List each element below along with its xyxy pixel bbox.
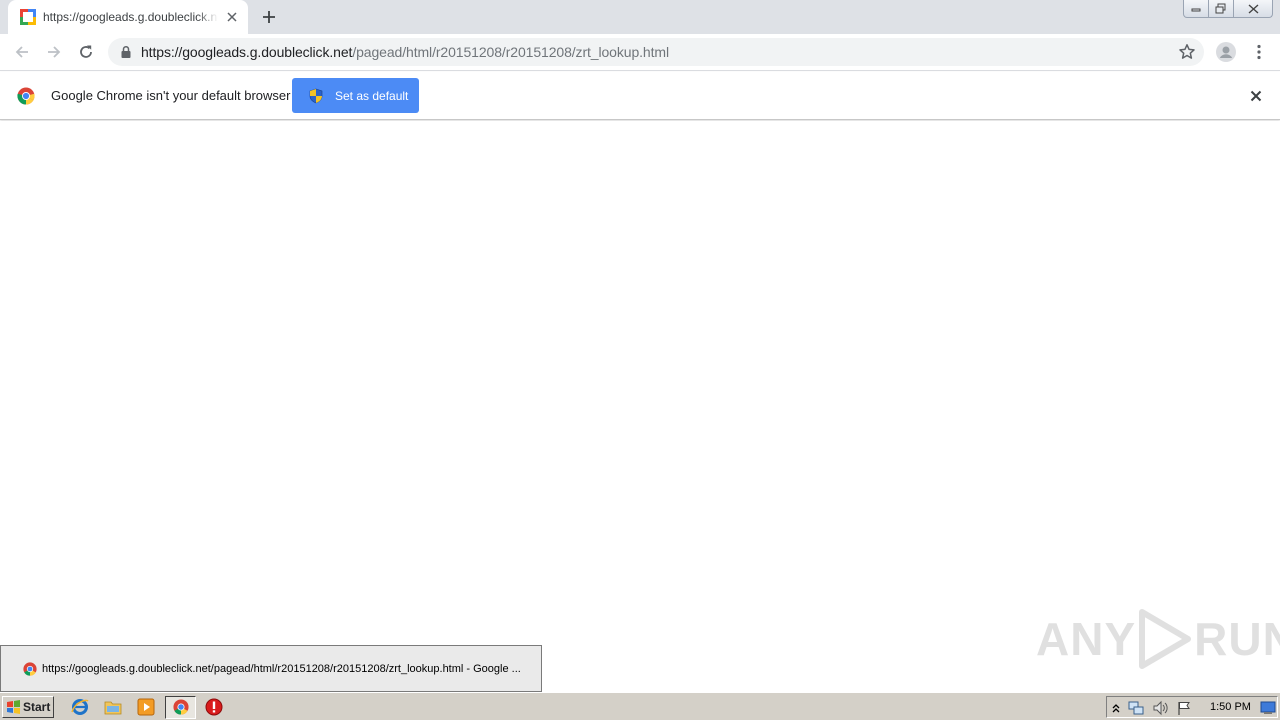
taskbar-window-preview[interactable]: https://googleads.g.doubleclick.net/page…	[0, 645, 542, 692]
url-path: /pagead/html/r20151208/r20151208/zrt_loo…	[352, 44, 669, 60]
lock-icon	[121, 45, 131, 58]
menu-kebab-icon[interactable]	[1247, 40, 1271, 64]
start-button[interactable]: Start	[2, 696, 54, 718]
tab-strip: https://googleads.g.doubleclick.net/page…	[0, 0, 1280, 34]
internet-explorer-icon[interactable]	[71, 698, 89, 716]
volume-icon[interactable]	[1152, 700, 1168, 716]
set-as-default-button[interactable]: Set as default	[292, 78, 419, 113]
stop-sign-icon[interactable]	[205, 698, 223, 716]
browser-tab[interactable]: https://googleads.g.doubleclick.net/page…	[8, 0, 248, 34]
new-tab-icon[interactable]	[258, 7, 280, 27]
tab-title: https://googleads.g.doubleclick.net/page…	[43, 10, 218, 24]
file-explorer-icon[interactable]	[104, 698, 122, 716]
url-text: https://googleads.g.doubleclick.net/page…	[141, 44, 669, 60]
anyrun-watermark: ANY RUN	[1036, 607, 1280, 671]
bookmark-star-icon[interactable]	[1178, 43, 1196, 61]
chrome-logo-icon	[17, 87, 35, 105]
show-desktop-icon[interactable]	[1260, 700, 1276, 716]
address-bar[interactable]: https://googleads.g.doubleclick.net/page…	[108, 38, 1204, 66]
default-browser-infobar: Google Chrome isn't your default browser…	[0, 72, 1280, 120]
watermark-left-text: ANY	[1036, 613, 1137, 665]
url-host: https://googleads.g.doubleclick.net	[141, 44, 353, 60]
show-hidden-icons-chevron-icon[interactable]	[1108, 700, 1124, 716]
network-icon[interactable]	[1128, 700, 1144, 716]
uac-shield-icon	[309, 88, 323, 103]
infobar-message: Google Chrome isn't your default browser	[51, 88, 291, 103]
chrome-taskbar-icon[interactable]	[172, 698, 190, 716]
taskbar-clock[interactable]: 1:50 PM	[1210, 701, 1251, 713]
action-center-flag-icon[interactable]	[1176, 700, 1192, 716]
windows-taskbar: Start 1:50 PM	[0, 692, 1280, 720]
windows-flag-icon	[7, 700, 20, 714]
system-tray: 1:50 PM	[1106, 696, 1278, 718]
back-arrow-icon[interactable]	[10, 40, 34, 64]
chrome-preview-icon	[23, 661, 37, 676]
close-window-button[interactable]	[1233, 0, 1273, 18]
minimize-window-button[interactable]	[1183, 0, 1209, 18]
start-label: Start	[23, 700, 51, 714]
doubleclick-favicon-icon	[20, 9, 36, 25]
media-player-icon[interactable]	[137, 698, 155, 716]
tab-close-icon[interactable]	[224, 9, 240, 25]
page-content	[0, 121, 1280, 691]
play-logo-icon	[1139, 609, 1192, 669]
forward-arrow-icon[interactable]	[42, 40, 66, 64]
watermark-right-text: RUN	[1194, 613, 1280, 665]
infobar-close-icon[interactable]	[1248, 88, 1264, 104]
browser-toolbar: https://googleads.g.doubleclick.net/page…	[0, 34, 1280, 71]
preview-title: https://googleads.g.doubleclick.net/page…	[42, 662, 521, 675]
reload-icon[interactable]	[74, 40, 98, 64]
restore-window-button[interactable]	[1208, 0, 1234, 18]
set-as-default-label: Set as default	[335, 88, 409, 103]
profile-avatar-icon[interactable]	[1214, 40, 1238, 64]
